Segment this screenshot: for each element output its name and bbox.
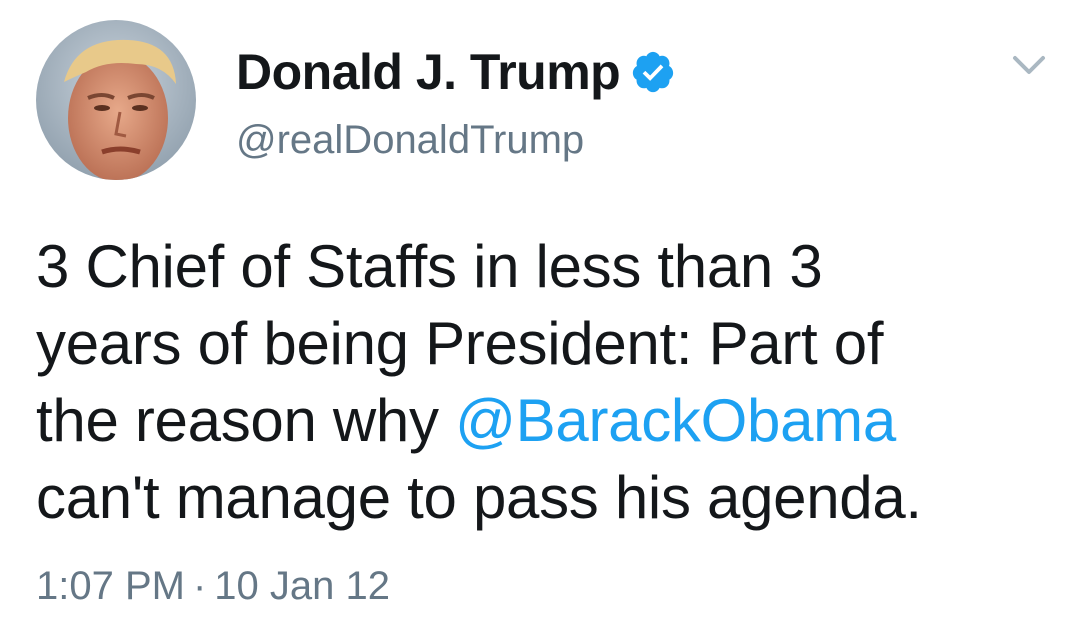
tweet-text-fragment: the reason why [36, 387, 456, 454]
tweet-text-line: can't manage to pass his agenda. [36, 464, 922, 531]
author-name-row[interactable]: Donald J. Trump [236, 40, 676, 104]
tweet-timestamp[interactable]: 1:07 PM · 10 Jan 12 [36, 560, 390, 612]
display-name[interactable]: Donald J. Trump [236, 40, 621, 104]
author-handle[interactable]: @realDonaldTrump [236, 114, 584, 166]
timestamp-separator: · [192, 564, 207, 608]
tweet-text-line: years of being President: Part of [36, 310, 884, 377]
profile-photo-icon [36, 20, 196, 180]
mention-link[interactable]: @BarackObama [455, 387, 896, 454]
chevron-down-icon[interactable] [1009, 50, 1049, 78]
tweet-text-line: 3 Chief of Staffs in less than 3 [36, 233, 823, 300]
avatar[interactable] [36, 20, 196, 180]
tweet-text: 3 Chief of Staffs in less than 3 years o… [36, 228, 1056, 536]
tweet-date: 10 Jan 12 [214, 564, 390, 608]
tweet-card: Donald J. Trump @realDonaldTrump 3 Chief… [0, 0, 1079, 639]
tweet-time: 1:07 PM [36, 564, 185, 608]
tweet-text-line: the reason why @BarackObama [36, 382, 1056, 459]
verified-badge-icon [633, 51, 674, 93]
